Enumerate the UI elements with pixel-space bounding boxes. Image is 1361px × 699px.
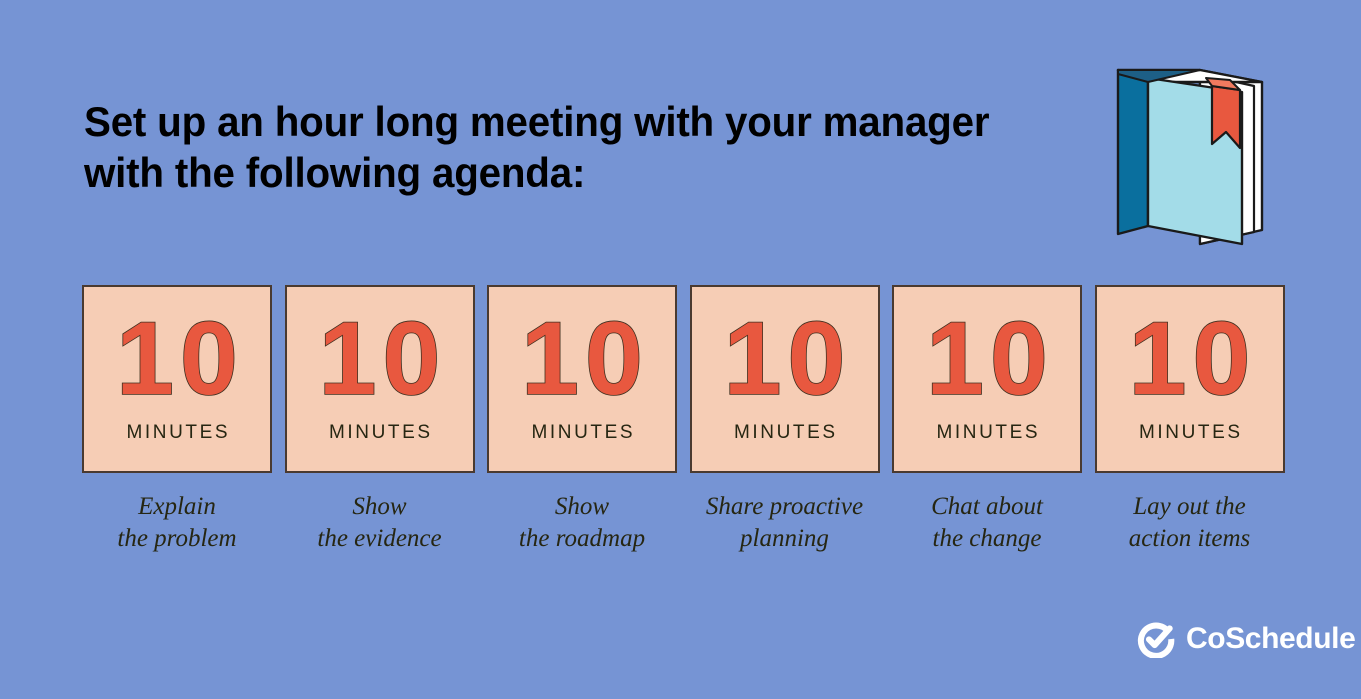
time-amount: 10 [723,301,852,417]
time-amount: 10 [520,301,649,417]
agenda-card-row: 10 MINUTES Explain the problem 10 MINUTE… [82,285,1285,555]
agenda-caption: Show the evidence [317,493,442,552]
agenda-card-6: 10 MINUTES Lay out the action items [1094,285,1285,555]
time-unit: MINUTES [531,422,636,443]
time-unit: MINUTES [936,422,1041,443]
time-amount: 10 [115,301,244,417]
time-block-card: 10 MINUTES [284,285,475,473]
coschedule-wordmark: CoSchedule [1186,622,1356,655]
time-unit: MINUTES [126,422,231,443]
agenda-caption: Show the roadmap [518,493,646,552]
coschedule-logo: CoSchedule [1137,620,1356,659]
agenda-card-4: 10 MINUTES Share proactive planning [689,285,880,555]
time-unit: MINUTES [733,422,838,443]
time-block-card: 10 MINUTES [892,285,1082,473]
agenda-caption: Chat about the change [931,493,1043,552]
page-title: Set up an hour long meeting with your ma… [84,98,990,196]
time-amount: 10 [318,301,447,417]
agenda-caption: Share proactive planning [705,493,864,552]
time-block-card: 10 MINUTES [487,285,677,473]
time-block-card: 10 MINUTES [689,285,880,473]
agenda-card-1: 10 MINUTES Explain the problem [82,285,272,555]
time-amount: 10 [925,301,1054,417]
time-unit: MINUTES [1138,422,1243,443]
time-unit: MINUTES [328,422,433,443]
coschedule-check-circle-icon [1137,620,1175,659]
agenda-caption: Explain the problem [117,493,237,552]
agenda-card-2: 10 MINUTES Show the evidence [284,285,475,555]
agenda-card-5: 10 MINUTES Chat about the change [892,285,1082,555]
time-amount: 10 [1128,301,1257,417]
book-icon [1112,48,1264,248]
agenda-caption: Lay out the action items [1128,493,1251,552]
time-block-card: 10 MINUTES [1094,285,1285,473]
time-block-card: 10 MINUTES [82,285,272,473]
infographic-canvas: Set up an hour long meeting with your ma… [0,0,1361,699]
agenda-card-3: 10 MINUTES Show the roadmap [487,285,677,555]
